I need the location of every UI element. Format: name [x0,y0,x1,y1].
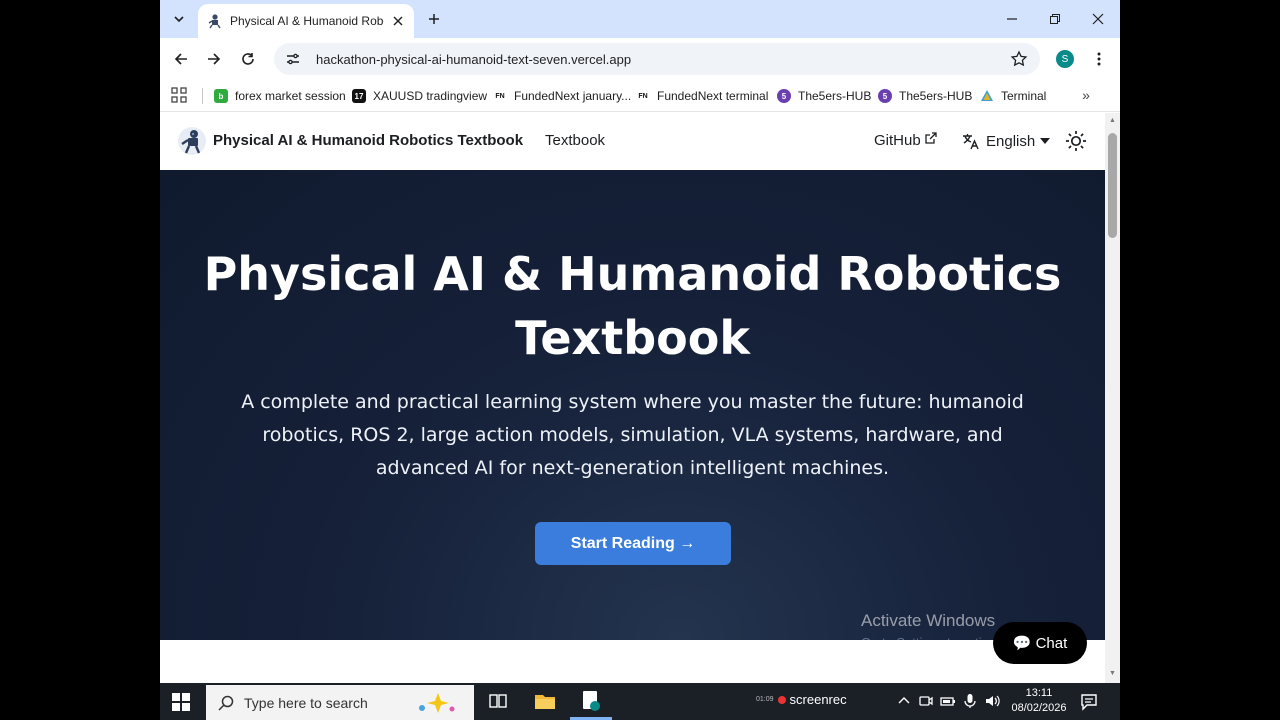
scrollbar-thumb[interactable] [1108,133,1117,238]
meet-now-icon[interactable] [918,693,934,709]
restore-icon [1050,14,1060,24]
github-label: GitHub [874,132,921,149]
minimize-icon [1007,18,1017,20]
chevron-up-icon[interactable] [896,693,912,709]
browser-tab[interactable]: Physical AI & Humanoid Roboti [198,4,414,38]
hero-title: Physical AI & Humanoid Robotics Textbook [203,247,1062,365]
recorder-time: 01:09 [756,696,774,703]
url-text: hackathon-physical-ai-humanoid-text-seve… [316,51,632,67]
new-tab-button[interactable] [424,9,444,29]
the5ers-icon: 5 [878,89,892,103]
fundednext-icon: FN [638,92,648,100]
apps-grid-icon[interactable] [171,87,187,103]
close-window-button[interactable] [1086,8,1110,30]
bookmark-star-icon[interactable] [1010,50,1028,68]
profile-avatar[interactable]: S [1056,50,1074,68]
bookmark-label: XAUUSD tradingview [373,89,488,103]
language-dropdown[interactable]: English [962,132,1051,150]
minimize-button[interactable] [1000,8,1024,30]
bookmark-label: The5ers-HUB [899,89,973,103]
reload-icon [242,53,254,65]
bookmark-item[interactable]: 5 The5ers-HUB [777,85,871,107]
scroll-down-icon[interactable]: ▼ [1108,669,1117,677]
record-dot-icon [777,695,786,704]
translate-icon [963,134,979,150]
bookmark-item[interactable]: FN FundedNext january... [493,85,631,107]
volume-icon[interactable] [984,693,1000,709]
arrow-left-icon [174,53,187,65]
hero-section: Physical AI & Humanoid Robotics Textbook… [160,170,1105,640]
back-button[interactable] [170,48,192,70]
clock-time: 13:11 [1025,687,1053,699]
reload-button[interactable] [237,48,259,70]
forward-button[interactable] [203,48,225,70]
more-bookmarks-icon[interactable]: » [1078,86,1094,104]
search-icon [218,695,234,711]
tab-search-button[interactable] [167,8,191,30]
bookmark-favicon-icon: b [214,89,228,103]
browser-menu-icon[interactable] [1090,50,1108,68]
tradingview-icon: 17 [352,89,366,103]
taskbar-search-placeholder: Type here to search [244,694,368,711]
restore-button[interactable] [1043,8,1067,30]
file-explorer-icon[interactable] [534,690,556,712]
bookmark-label: Terminal [1001,89,1047,103]
nav-textbook-link[interactable]: Textbook [545,132,605,149]
bookmark-label: forex market session [235,89,346,103]
terminal-icon [981,90,993,101]
robot-favicon-icon [208,14,221,29]
bookmark-label: FundedNext january... [514,89,632,103]
site-title[interactable]: Physical AI & Humanoid Robotics Textbook [213,132,523,149]
screen-recorder-indicator[interactable]: 01:09 screenrec [756,692,847,707]
bookmark-item[interactable]: FN FundedNext terminal [636,85,768,107]
screen: Physical AI & Humanoid Roboti hackathon-… [160,0,1120,720]
arrow-right-icon [208,53,221,65]
bookmark-item[interactable]: Terminal [980,85,1046,107]
sun-theme-toggle-icon[interactable] [1065,130,1087,152]
bookmarks-separator [202,88,203,104]
windows-start-icon[interactable] [172,693,190,711]
chevron-down-icon [174,16,184,23]
hero-subtitle: A complete and practical learning system… [241,391,1024,479]
close-icon [1092,13,1104,25]
windows-taskbar: Type here to search 01:09 screenrec 13:1… [160,683,1120,720]
bookmark-item[interactable]: 17 XAUUSD tradingview [352,85,487,107]
tab-strip: Physical AI & Humanoid Roboti [160,0,1120,38]
caret-down-icon [1040,138,1051,144]
external-link-icon [925,131,937,144]
the5ers-icon: 5 [777,89,791,103]
bookmark-label: FundedNext terminal [657,89,769,103]
task-view-icon[interactable] [487,690,509,712]
scroll-up-icon[interactable]: ▲ [1108,116,1117,124]
language-label: English [986,132,1036,150]
robot-logo-icon[interactable] [177,126,207,156]
bookmark-item[interactable]: b forex market session [214,85,346,107]
chrome-app-icon[interactable] [580,690,602,712]
page-scrollbar[interactable]: ▲ ▼ [1105,113,1120,683]
notifications-icon[interactable] [1080,693,1098,711]
site-info-icon[interactable] [284,50,302,68]
microphone-icon[interactable] [962,693,978,709]
battery-icon[interactable] [940,693,956,709]
taskbar-clock[interactable]: 13:11 08/02/2026 [1006,686,1072,716]
recorder-label: screenrec [789,692,847,707]
start-reading-button[interactable]: Start Reading → [535,522,731,565]
taskbar-search-box[interactable]: Type here to search [206,685,474,720]
bookmark-label: The5ers-HUB [798,89,872,103]
nav-github-link[interactable]: GitHub [874,131,937,149]
bookmarks-bar: b forex market session 17 XAUUSD trading… [160,80,1120,112]
clock-date: 08/02/2026 [1011,702,1067,714]
plus-icon [429,14,439,24]
close-tab-icon[interactable] [390,13,406,29]
address-bar[interactable]: hackathon-physical-ai-humanoid-text-seve… [274,43,1040,75]
fundednext-icon: FN [495,92,505,100]
browser-toolbar: hackathon-physical-ai-humanoid-text-seve… [160,38,1120,80]
site-navbar: Physical AI & Humanoid Robotics Textbook… [160,113,1105,170]
sparkle-icon [418,692,455,713]
bookmark-item[interactable]: 5 The5ers-HUB [878,85,972,107]
chat-button[interactable]: 💬 Chat [993,622,1087,664]
tab-title: Physical AI & Humanoid Roboti [230,14,384,28]
